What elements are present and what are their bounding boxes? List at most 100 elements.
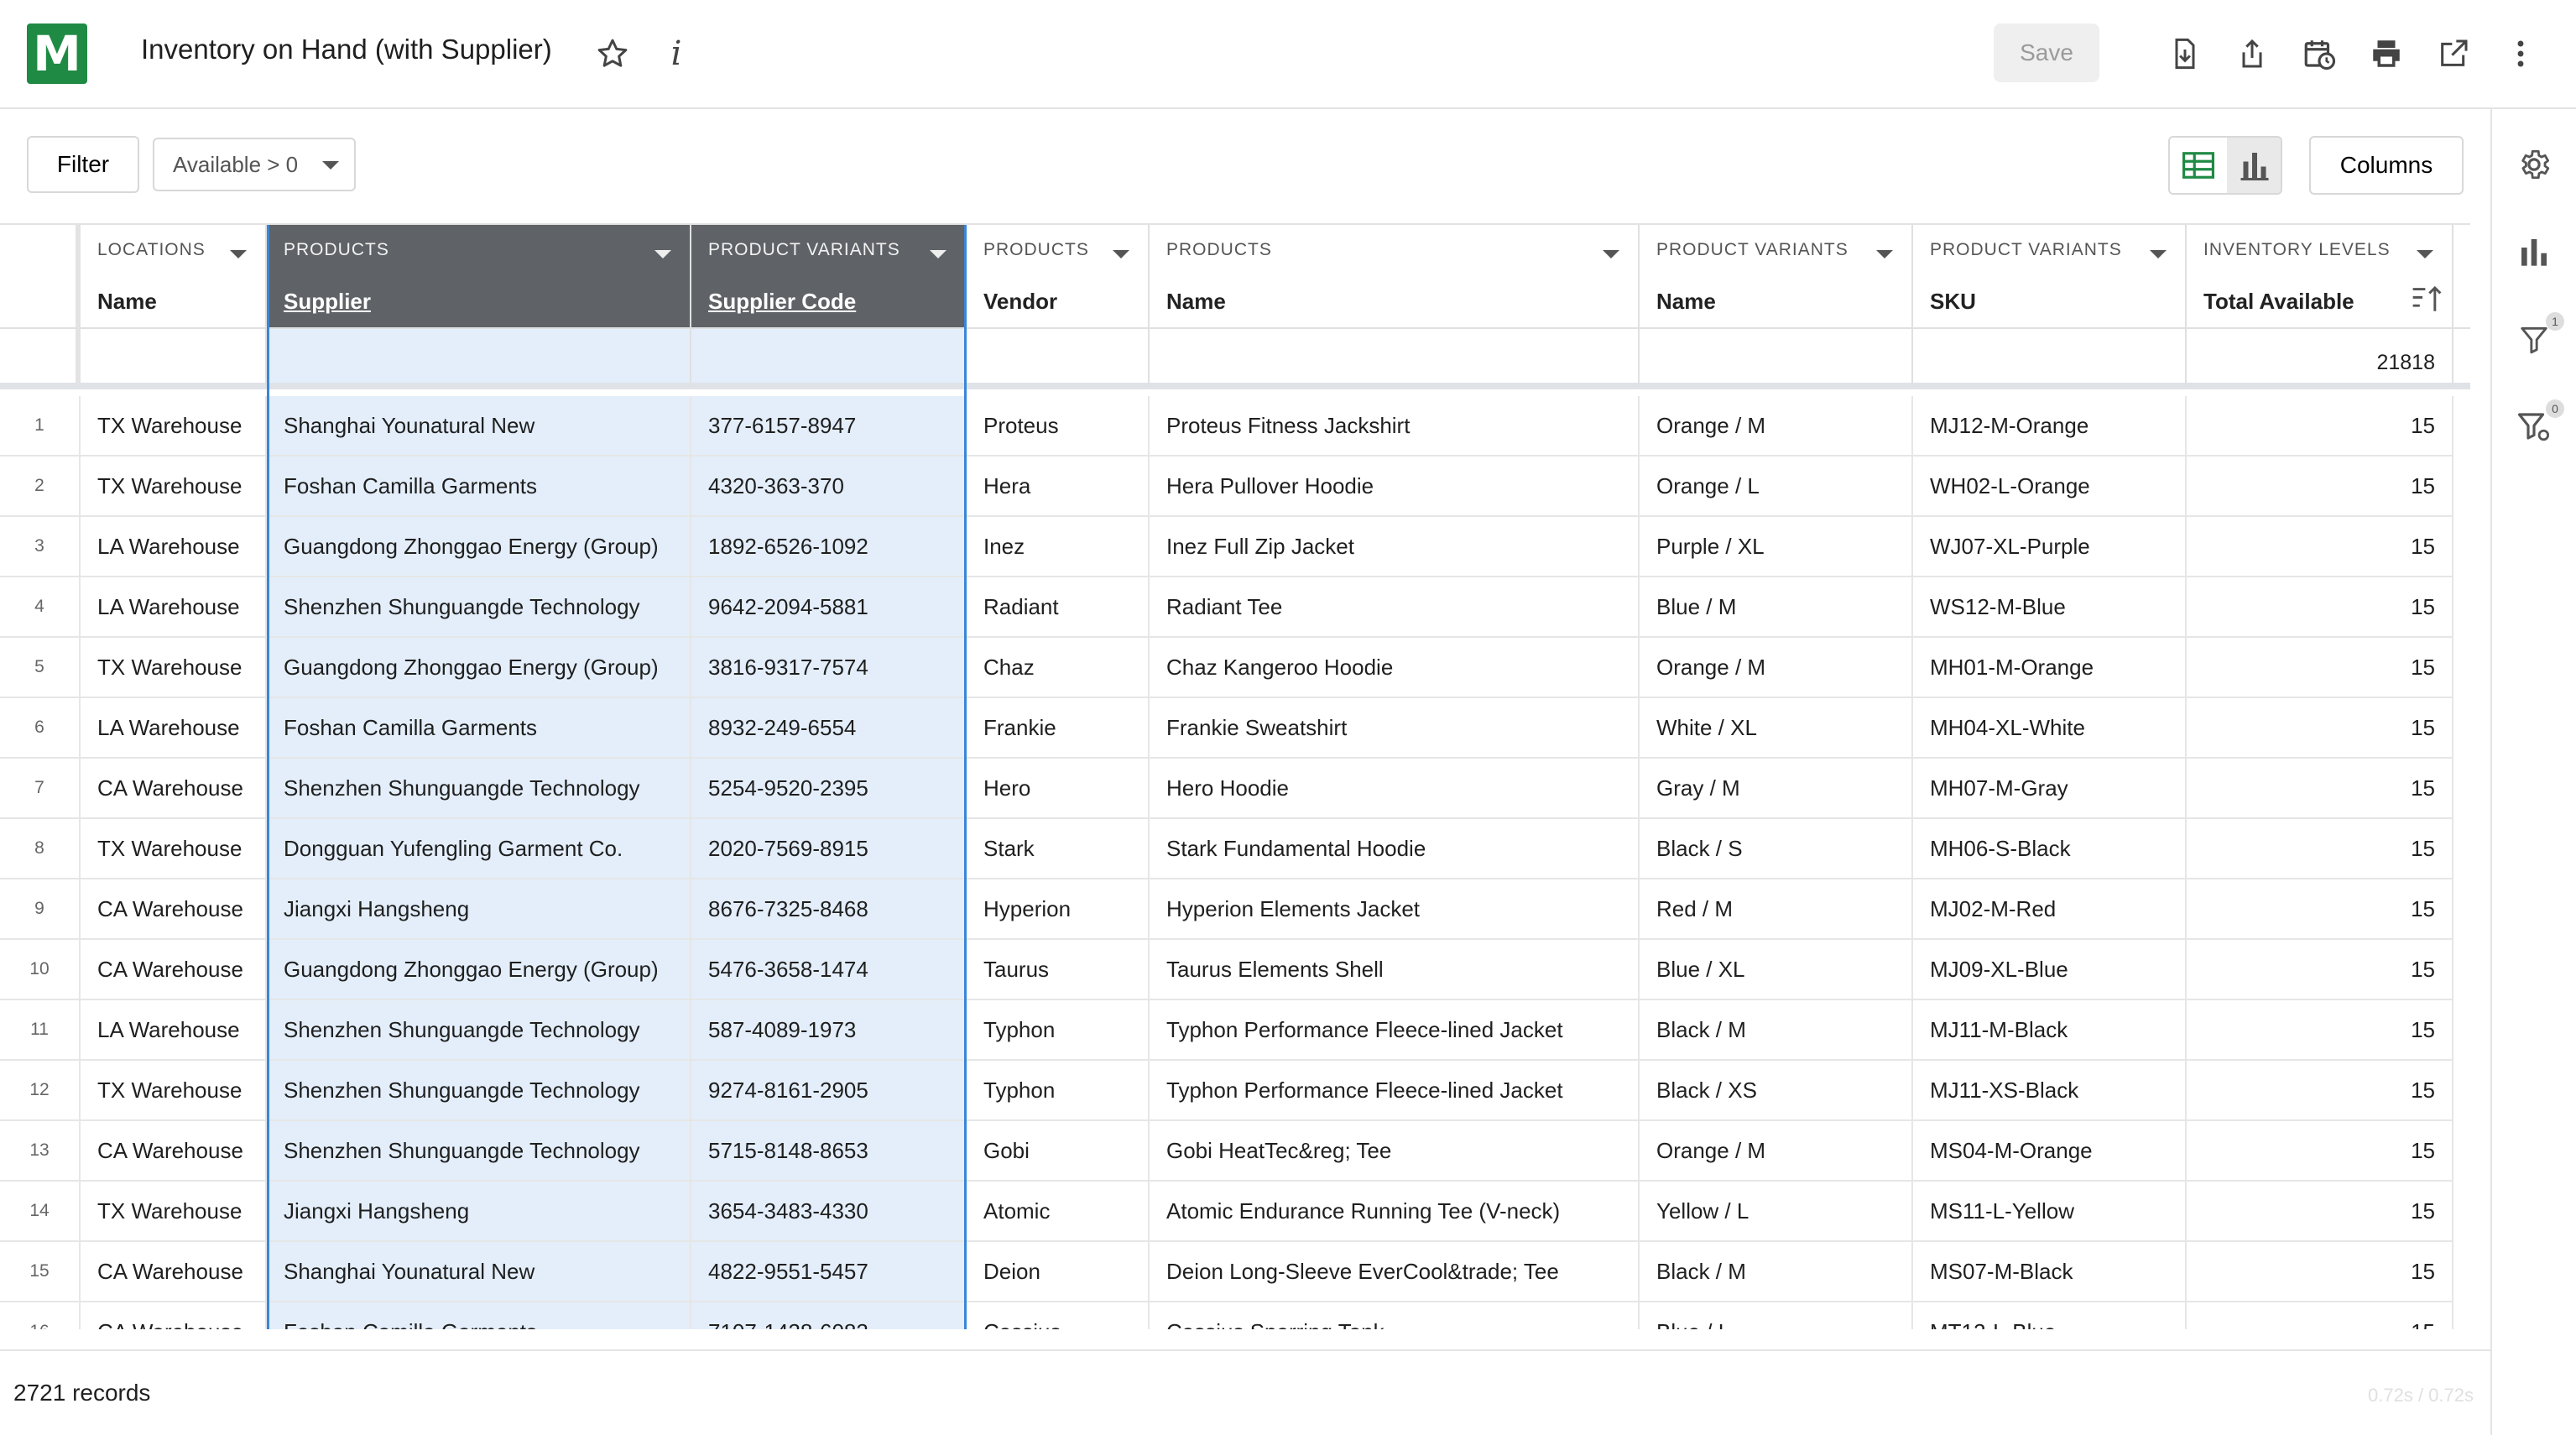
table-cell[interactable]: 15 bbox=[2187, 1061, 2453, 1121]
table-cell[interactable]: Red / M bbox=[1640, 879, 1913, 940]
table-cell[interactable]: MH07-M-Gray bbox=[1913, 759, 2187, 819]
print-icon[interactable] bbox=[2366, 34, 2407, 74]
table-cell[interactable]: Taurus bbox=[967, 940, 1150, 1000]
table-cell[interactable]: Black / S bbox=[1640, 819, 1913, 879]
table-cell[interactable]: 9642-2094-5881 bbox=[691, 577, 967, 638]
table-cell[interactable]: MH01-M-Orange bbox=[1913, 638, 2187, 698]
table-cell[interactable]: Radiant bbox=[967, 577, 1150, 638]
table-cell[interactable]: Shanghai Younatural New bbox=[267, 396, 691, 457]
table-cell[interactable]: 15 bbox=[2187, 940, 2453, 1000]
table-cell[interactable]: MS04-M-Orange bbox=[1913, 1121, 2187, 1182]
table-cell[interactable]: MJ12-M-Orange bbox=[1913, 396, 2187, 457]
filter-button[interactable]: Filter bbox=[27, 136, 139, 193]
table-cell[interactable]: Typhon bbox=[967, 1061, 1150, 1121]
table-cell[interactable]: MH04-XL-White bbox=[1913, 698, 2187, 759]
table-cell[interactable]: Dongguan Yufengling Garment Co. bbox=[267, 819, 691, 879]
table-cell[interactable]: 15 bbox=[2187, 517, 2453, 577]
columns-button[interactable]: Columns bbox=[2309, 136, 2464, 195]
table-cell[interactable]: 8676-7325-8468 bbox=[691, 879, 967, 940]
table-cell[interactable]: WJ07-XL-Purple bbox=[1913, 517, 2187, 577]
table-cell[interactable]: 5254-9520-2395 bbox=[691, 759, 967, 819]
table-cell[interactable]: 377-6157-8947 bbox=[691, 396, 967, 457]
table-cell[interactable]: 8932-249-6554 bbox=[691, 698, 967, 759]
table-cell[interactable]: 7107-1428-6082 bbox=[691, 1302, 967, 1329]
column-header[interactable]: INVENTORY LEVELS Total Available bbox=[2187, 225, 2453, 329]
table-cell[interactable]: Inez bbox=[967, 517, 1150, 577]
table-cell[interactable]: CA Warehouse bbox=[81, 759, 267, 819]
table-cell[interactable]: Orange / M bbox=[1640, 638, 1913, 698]
table-cell[interactable]: Hyperion bbox=[967, 879, 1150, 940]
table-cell[interactable]: Radiant Tee bbox=[1150, 577, 1640, 638]
table-cell[interactable]: Yellow / L bbox=[1640, 1182, 1913, 1242]
table-cell[interactable]: 9274-8161-2905 bbox=[691, 1061, 967, 1121]
table-cell[interactable]: Proteus Fitness Jackshirt bbox=[1150, 396, 1640, 457]
column-header[interactable]: PRODUCTS Vendor bbox=[967, 225, 1150, 329]
table-cell[interactable]: Foshan Camilla Garments bbox=[267, 698, 691, 759]
table-cell[interactable]: White / XL bbox=[1640, 698, 1913, 759]
table-cell[interactable]: Cassius Sparring Tank bbox=[1150, 1302, 1640, 1329]
table-cell[interactable]: MJ02-M-Red bbox=[1913, 879, 2187, 940]
table-cell[interactable]: MH06-S-Black bbox=[1913, 819, 2187, 879]
table-cell[interactable]: LA Warehouse bbox=[81, 517, 267, 577]
table-cell[interactable]: Frankie Sweatshirt bbox=[1150, 698, 1640, 759]
table-view-icon[interactable] bbox=[2170, 138, 2227, 193]
table-cell[interactable]: MJ11-XS-Black bbox=[1913, 1061, 2187, 1121]
chevron-down-icon[interactable] bbox=[1113, 250, 1129, 258]
table-cell[interactable]: WS12-M-Blue bbox=[1913, 577, 2187, 638]
table-cell[interactable]: 15 bbox=[2187, 819, 2453, 879]
table-cell[interactable]: Atomic Endurance Running Tee (V-neck) bbox=[1150, 1182, 1640, 1242]
chevron-down-icon[interactable] bbox=[2417, 250, 2433, 258]
download-icon[interactable] bbox=[2165, 34, 2205, 74]
table-cell[interactable]: MS07-M-Black bbox=[1913, 1242, 2187, 1302]
table-cell[interactable]: Orange / L bbox=[1640, 457, 1913, 517]
table-cell[interactable]: Deion Long-Sleeve EverCool&trade; Tee bbox=[1150, 1242, 1640, 1302]
column-header[interactable]: PRODUCT VARIANTS SKU bbox=[1913, 225, 2187, 329]
table-cell[interactable]: 3816-9317-7574 bbox=[691, 638, 967, 698]
table-cell[interactable]: LA Warehouse bbox=[81, 577, 267, 638]
schedule-icon[interactable] bbox=[2299, 34, 2339, 74]
table-cell[interactable]: MJ09-XL-Blue bbox=[1913, 940, 2187, 1000]
table-cell[interactable]: Shenzhen Shunguangde Technology bbox=[267, 759, 691, 819]
table-cell[interactable]: Chaz Kangeroo Hoodie bbox=[1150, 638, 1640, 698]
table-cell[interactable]: CA Warehouse bbox=[81, 879, 267, 940]
chevron-down-icon[interactable] bbox=[2150, 250, 2167, 258]
table-cell[interactable]: Shenzhen Shunguangde Technology bbox=[267, 1061, 691, 1121]
table-cell[interactable]: 15 bbox=[2187, 879, 2453, 940]
chart-icon[interactable] bbox=[2512, 230, 2556, 274]
table-cell[interactable]: CA Warehouse bbox=[81, 1121, 267, 1182]
star-icon[interactable] bbox=[592, 34, 633, 74]
table-cell[interactable]: 3654-3483-4330 bbox=[691, 1182, 967, 1242]
table-cell[interactable]: Shenzhen Shunguangde Technology bbox=[267, 1121, 691, 1182]
table-cell[interactable]: MT12-L-Blue bbox=[1913, 1302, 2187, 1329]
table-cell[interactable]: 15 bbox=[2187, 577, 2453, 638]
table-cell[interactable]: Proteus bbox=[967, 396, 1150, 457]
table-cell[interactable]: Blue / XL bbox=[1640, 940, 1913, 1000]
table-cell[interactable]: Purple / XL bbox=[1640, 517, 1913, 577]
table-cell[interactable]: WH02-L-Orange bbox=[1913, 457, 2187, 517]
table-cell[interactable]: Black / M bbox=[1640, 1242, 1913, 1302]
table-cell[interactable]: 2020-7569-8915 bbox=[691, 819, 967, 879]
table-cell[interactable]: Guangdong Zhonggao Energy (Group) bbox=[267, 940, 691, 1000]
table-cell[interactable]: Black / XS bbox=[1640, 1061, 1913, 1121]
share-icon[interactable] bbox=[2232, 34, 2272, 74]
table-cell[interactable]: TX Warehouse bbox=[81, 638, 267, 698]
table-cell[interactable]: Chaz bbox=[967, 638, 1150, 698]
table-cell[interactable]: 15 bbox=[2187, 457, 2453, 517]
table-cell[interactable]: 4320-363-370 bbox=[691, 457, 967, 517]
table-cell[interactable]: 587-4089-1973 bbox=[691, 1000, 967, 1061]
table-cell[interactable]: LA Warehouse bbox=[81, 1000, 267, 1061]
table-cell[interactable]: Shenzhen Shunguangde Technology bbox=[267, 1000, 691, 1061]
table-cell[interactable]: MS11-L-Yellow bbox=[1913, 1182, 2187, 1242]
table-cell[interactable]: LA Warehouse bbox=[81, 698, 267, 759]
column-header[interactable]: PRODUCTS Name bbox=[1150, 225, 1640, 329]
table-cell[interactable]: 15 bbox=[2187, 396, 2453, 457]
table-cell[interactable]: Gray / M bbox=[1640, 759, 1913, 819]
table-cell[interactable]: 15 bbox=[2187, 638, 2453, 698]
table-cell[interactable]: Orange / M bbox=[1640, 396, 1913, 457]
column-header[interactable]: LOCATIONS Name bbox=[81, 225, 267, 329]
table-cell[interactable]: Stark Fundamental Hoodie bbox=[1150, 819, 1640, 879]
table-cell[interactable]: Foshan Camilla Garments bbox=[267, 457, 691, 517]
table-cell[interactable]: MJ11-M-Black bbox=[1913, 1000, 2187, 1061]
table-cell[interactable]: Typhon Performance Fleece-lined Jacket bbox=[1150, 1000, 1640, 1061]
table-cell[interactable]: Blue / L bbox=[1640, 1302, 1913, 1329]
